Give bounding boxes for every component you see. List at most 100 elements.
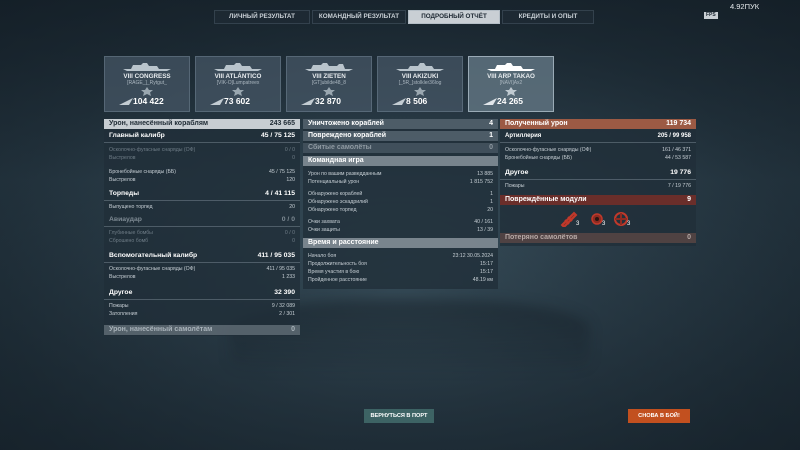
fires-row: Пожары 9 / 32 089 xyxy=(104,302,300,310)
damage-icon xyxy=(392,98,406,105)
ship-damage: 104 422 xyxy=(133,96,164,106)
r-he-label: Осколочно-фугасные снаряды (ОФ) xyxy=(505,147,592,153)
destroyed-label: Уничтожено кораблей xyxy=(308,120,384,127)
sec-fired-row: Выстрелов 1 233 xyxy=(104,273,300,281)
other-damage-label: Другое xyxy=(109,289,133,296)
divider xyxy=(104,200,300,201)
divider xyxy=(104,226,300,227)
destroyed-value: 4 xyxy=(489,120,493,127)
module-count: 3 xyxy=(627,221,631,227)
ship-damage: 8 506 xyxy=(406,96,428,106)
time-in-battle-label: Время участия в бою xyxy=(308,269,360,275)
damage-icon xyxy=(301,98,315,105)
time-distance-header: Время и расстояние xyxy=(303,238,498,248)
damaged-row: Повреждено кораблей 1 xyxy=(303,131,498,141)
air-strike-value: 0 / 0 xyxy=(281,216,295,223)
lost-planes-value: 0 xyxy=(687,234,691,241)
distance-value: 48.19 км xyxy=(472,277,493,283)
ship-name: VIII ATLÁNTICO xyxy=(214,73,262,80)
spotted-ships-row: Обнаружено кораблей 1 xyxy=(303,190,498,198)
battle-again-button[interactable]: СНОВА В БОЙ! xyxy=(628,409,690,423)
damage-dealt-header: Урон, нанесённый кораблям 243 665 xyxy=(104,119,300,129)
team-play-header: Командная игра xyxy=(303,156,498,166)
battle-duration-value: 15:17 xyxy=(480,261,493,267)
fires-label: Пожары xyxy=(109,303,129,309)
damaged-value: 1 xyxy=(489,132,493,139)
medal-icon xyxy=(505,87,517,96)
bombs-dropped-value: 0 xyxy=(292,238,295,244)
other-damage-row: Другое 32 390 xyxy=(104,288,300,298)
tab-personal[interactable]: ЛИЧНЫЙ РЕЗУЛЬТАТ xyxy=(214,10,310,24)
sec-fired-value: 1 233 xyxy=(282,274,295,280)
he-fired-row: Выстрелов 0 xyxy=(104,154,300,162)
ship-card[interactable]: VIII ATLÁNTICO [VIK-O]Lumpatreex 73 602 xyxy=(195,56,281,112)
ship-card[interactable]: VIII CONGRESS [RAGE_]_Rytgut_ 104 422 xyxy=(104,56,190,112)
damaged-label: Повреждено кораблей xyxy=(308,132,386,139)
fires-value: 9 / 32 089 xyxy=(271,303,295,309)
tab-team[interactable]: КОМАНДНЫЙ РЕЗУЛЬТАТ xyxy=(312,10,406,24)
artillery-row: Артиллерия 205 / 99 958 xyxy=(500,131,696,141)
battle-duration-row: Продолжительность боя 15:17 xyxy=(303,260,498,268)
player-name: [VIK-O]Lumpatreex xyxy=(216,80,260,86)
damage-received-panel: Полученный урон 119 734 Артиллерия 205 /… xyxy=(500,119,696,246)
medal-icon xyxy=(414,87,426,96)
return-to-port-button[interactable]: ВЕРНУТЬСЯ В ПОРТ xyxy=(364,409,434,423)
planes-row: Сбитые самолёты 0 xyxy=(303,143,498,153)
ship-hull-icon xyxy=(305,63,353,71)
tab-detailed[interactable]: ПОДРОБНЫЙ ОТЧЁТ xyxy=(408,10,500,24)
ship-card-selected[interactable]: VIII ARP TAKAO [NAVI]Ax2 24 265 xyxy=(468,56,554,112)
spotted-torps-row: Обнаружено торпед 20 xyxy=(303,206,498,214)
battle-start-value: 23:12 30.05.2024 xyxy=(452,253,493,259)
gun-turret-icon xyxy=(560,211,584,229)
tab-credits-xp[interactable]: КРЕДИТЫ И ОПЫТ xyxy=(502,10,594,24)
damage-icon xyxy=(210,98,224,105)
battle-duration-label: Продолжительность боя xyxy=(308,261,367,267)
r-ap-label: Бронебойные снаряды (ББ) xyxy=(505,155,572,161)
potential-damage-value: 1 815 752 xyxy=(469,179,493,185)
ship-card[interactable]: VIII AKIZUKI [_5R_]stolkler36log 8 506 xyxy=(377,56,463,112)
module-count: 3 xyxy=(576,221,580,227)
divider xyxy=(500,142,696,143)
distance-row: Пройденное расстояние 48.19 км xyxy=(303,276,498,284)
ap-shells-value: 45 / 75 125 xyxy=(269,169,295,175)
defense-points-label: Очки защиты xyxy=(308,227,340,233)
divider xyxy=(104,142,300,143)
divider xyxy=(104,262,300,263)
torpedoes-label: Торпеды xyxy=(109,190,140,197)
torps-fired-value: 20 xyxy=(289,204,295,210)
potential-damage-row: Потенциальный урон 1 815 752 xyxy=(303,178,498,186)
aircraft-damage-value: 0 xyxy=(291,326,295,333)
he-shells-value: 0 / 0 xyxy=(284,147,295,153)
artillery-value: 205 / 99 958 xyxy=(657,133,691,139)
spotted-squadrons-label: Обнаружено эскадрилий xyxy=(308,199,368,205)
player-name: [RAGE_]_Rytgut_ xyxy=(127,80,167,86)
ship-hull-icon xyxy=(123,63,171,71)
r-he-row: Осколочно-фугасные снаряды (ОФ) 161 / 46… xyxy=(500,146,696,154)
spotted-torps-value: 20 xyxy=(487,207,493,213)
ap-fired-row: Выстрелов 120 xyxy=(104,176,300,184)
team-play-label: Командная игра xyxy=(308,157,364,164)
damage-received-label: Полученный урон xyxy=(505,120,568,127)
main-battery-label: Главный калибр xyxy=(109,132,165,139)
time-in-battle-value: 15:17 xyxy=(480,269,493,275)
defense-points-row: Очки защиты 13 / 39 xyxy=(303,226,498,234)
ship-name: VIII ZIETEN xyxy=(312,73,346,80)
ship-damage: 32 870 xyxy=(315,96,341,106)
ship-damage: 24 265 xyxy=(497,96,523,106)
damage-received-value: 119 734 xyxy=(666,120,691,127)
sec-he-label: Осколочно-фугасные снаряды (ОФ) xyxy=(109,266,196,272)
planes-value: 0 xyxy=(489,144,493,151)
ship-card[interactable]: VIII ZIETEN [GT]ubilde48_8 32 870 xyxy=(286,56,372,112)
bombs-dropped-row: Сброшено бомб 0 xyxy=(104,237,300,245)
result-tabs: ЛИЧНЫЙ РЕЗУЛЬТАТ КОМАНДНЫЙ РЕЗУЛЬТАТ ПОД… xyxy=(214,10,594,24)
r-ap-row: Бронебойные снаряды (ББ) 44 / 53 587 xyxy=(500,154,696,162)
damage-icon xyxy=(483,98,497,105)
floods-row: Затопления 2 / 301 xyxy=(104,310,300,318)
damage-received-header: Полученный урон 119 734 xyxy=(500,119,696,129)
r-fires-value: 7 / 19 776 xyxy=(667,183,691,189)
torps-fired-row: Выпущено торпед 20 xyxy=(104,203,300,211)
medal-icon xyxy=(323,87,335,96)
capture-points-row: Очки захвата 40 / 161 xyxy=(303,218,498,226)
spotted-ships-value: 1 xyxy=(490,191,493,197)
player-name: [_5R_]stolkler36log xyxy=(398,80,442,86)
